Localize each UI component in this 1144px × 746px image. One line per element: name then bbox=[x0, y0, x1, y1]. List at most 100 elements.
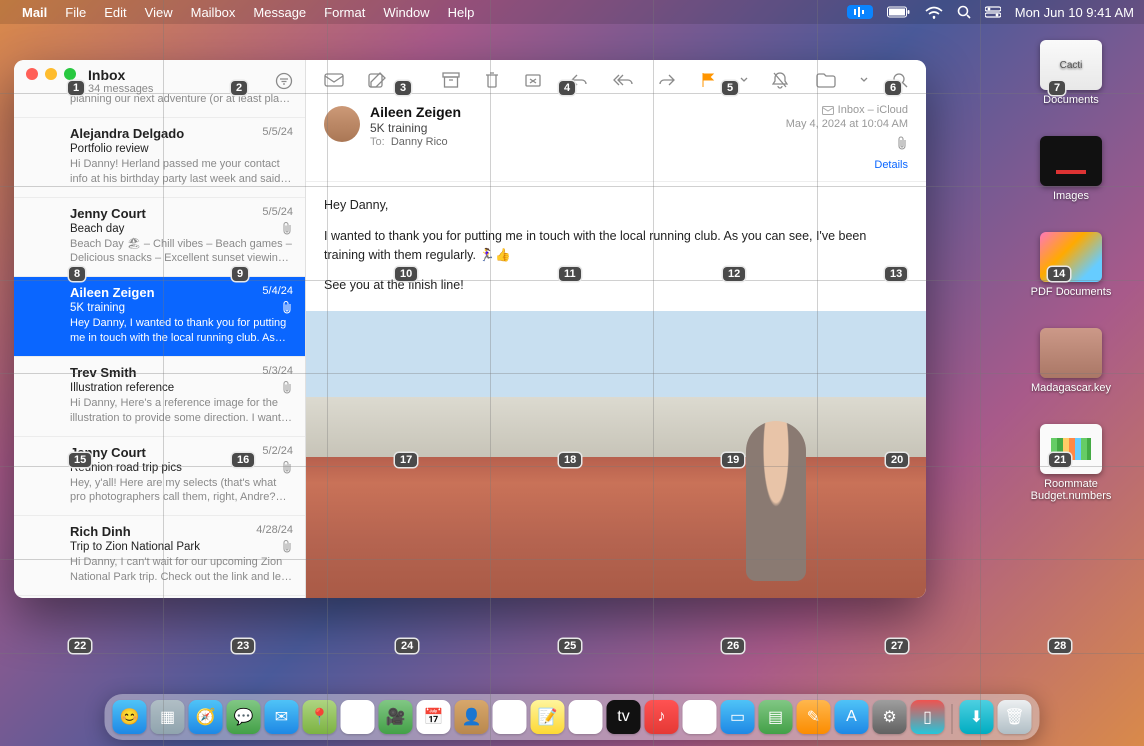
desktop-item[interactable]: PDF Documents bbox=[1031, 232, 1112, 298]
control-center-icon[interactable] bbox=[985, 6, 1001, 18]
dock-trash[interactable]: 🗑 bbox=[998, 700, 1032, 734]
row-date: 5/2/24 bbox=[262, 445, 293, 457]
attachment-icon bbox=[282, 301, 293, 317]
dock-app-maps[interactable]: 📍 bbox=[303, 700, 337, 734]
dock-app-music[interactable]: ♪ bbox=[645, 700, 679, 734]
row-preview: Hi Danny, I can't wait for our upcoming … bbox=[70, 555, 293, 585]
menubar: Mail File Edit View Mailbox Message Form… bbox=[0, 0, 1144, 24]
message-timestamp: May 4, 2024 at 10:04 AM bbox=[786, 118, 908, 130]
message-list[interactable]: planning our next adventure (or at least… bbox=[14, 86, 305, 598]
row-date: 5/5/24 bbox=[262, 206, 293, 218]
message-row[interactable]: Trev SmithIllustration referenceHi Danny… bbox=[14, 357, 305, 437]
new-message-icon[interactable] bbox=[368, 71, 386, 89]
row-date: 4/28/24 bbox=[256, 524, 293, 536]
dock-app-news[interactable]: N bbox=[683, 700, 717, 734]
dock-app-calendar[interactable]: 📅 bbox=[417, 700, 451, 734]
dock-app-pages[interactable]: ✎ bbox=[797, 700, 831, 734]
move-icon[interactable] bbox=[816, 72, 836, 88]
window-controls bbox=[26, 68, 293, 80]
toolbar bbox=[306, 60, 926, 100]
dock-app-settings[interactable]: ⚙︎ bbox=[873, 700, 907, 734]
dock-app-tv[interactable]: tv bbox=[607, 700, 641, 734]
trash-icon[interactable] bbox=[484, 71, 500, 89]
dock: 😊▦🧭💬✉︎📍❁🎥📅👤☰📝✏︎tv♪N▭▤✎A⚙︎▯ ⬇︎🗑 bbox=[105, 694, 1040, 740]
message-row[interactable]: planning our next adventure (or at least… bbox=[14, 86, 305, 118]
grid-cell-26: 26 bbox=[722, 639, 744, 653]
row-date: 5/4/24 bbox=[262, 285, 293, 297]
dock-app-keynote[interactable]: ▭ bbox=[721, 700, 755, 734]
dock-app-facetime[interactable]: 🎥 bbox=[379, 700, 413, 734]
menu-edit[interactable]: Edit bbox=[104, 5, 126, 20]
dock-app-iphone[interactable]: ▯ bbox=[911, 700, 945, 734]
menu-file[interactable]: File bbox=[65, 5, 86, 20]
row-from: Aileen Zeigen bbox=[70, 285, 293, 300]
dock-app-launchpad[interactable]: ▦ bbox=[151, 700, 185, 734]
dock-app-messages[interactable]: 💬 bbox=[227, 700, 261, 734]
dock-separator bbox=[952, 704, 953, 734]
dock-app-appstore[interactable]: A bbox=[835, 700, 869, 734]
spotlight-icon[interactable] bbox=[957, 5, 971, 19]
menu-message[interactable]: Message bbox=[253, 5, 306, 20]
dock-app-freeform[interactable]: ✏︎ bbox=[569, 700, 603, 734]
dock-app-photos[interactable]: ❁ bbox=[341, 700, 375, 734]
row-from: Trev Smith bbox=[70, 365, 293, 380]
dock-app-numbers[interactable]: ▤ bbox=[759, 700, 793, 734]
row-preview: Hey, y'all! Here are my selects (that's … bbox=[70, 476, 293, 506]
battery-icon[interactable] bbox=[887, 6, 911, 18]
menu-window[interactable]: Window bbox=[383, 5, 429, 20]
message-row[interactable]: Aileen Zeigen5K trainingHey Danny, I wan… bbox=[14, 277, 305, 357]
search-icon[interactable] bbox=[892, 72, 908, 88]
desktop-item[interactable]: Roommate Budget.numbers bbox=[1016, 424, 1126, 502]
dock-app-mail[interactable]: ✉︎ bbox=[265, 700, 299, 734]
message-mailbox: Inbox – iCloud bbox=[786, 104, 908, 116]
menu-format[interactable]: Format bbox=[324, 5, 365, 20]
flag-icon[interactable] bbox=[700, 72, 716, 88]
grid-cell-24: 24 bbox=[396, 639, 418, 653]
desktop-item[interactable]: Images bbox=[1040, 136, 1102, 202]
flag-menu-chevron-icon[interactable] bbox=[740, 73, 748, 87]
attachment-icon bbox=[282, 222, 293, 238]
message-header: Aileen Zeigen 5K training To: Danny Rico… bbox=[306, 100, 926, 182]
menubar-clock[interactable]: Mon Jun 10 9:41 AM bbox=[1015, 5, 1134, 20]
menu-view[interactable]: View bbox=[145, 5, 173, 20]
compose-icon[interactable] bbox=[324, 72, 344, 88]
app-menu[interactable]: Mail bbox=[22, 5, 47, 20]
grid-cell-28: 28 bbox=[1049, 639, 1071, 653]
dock-app-reminders[interactable]: ☰ bbox=[493, 700, 527, 734]
forward-icon[interactable] bbox=[658, 73, 676, 87]
archive-icon[interactable] bbox=[442, 72, 460, 88]
reply-icon[interactable] bbox=[570, 73, 588, 87]
dock-app-safari[interactable]: 🧭 bbox=[189, 700, 223, 734]
dock-app-contacts[interactable]: 👤 bbox=[455, 700, 489, 734]
close-window-button[interactable] bbox=[26, 68, 38, 80]
grid-cell-22: 22 bbox=[69, 639, 91, 653]
minimize-window-button[interactable] bbox=[45, 68, 57, 80]
menu-help[interactable]: Help bbox=[448, 5, 475, 20]
dock-app-finder[interactable]: 😊 bbox=[113, 700, 147, 734]
row-subject: Portfolio review bbox=[70, 143, 293, 155]
reply-all-icon[interactable] bbox=[612, 73, 634, 87]
message-row[interactable]: Jenny CourtBeach dayBeach Day 🏖 – Chill … bbox=[14, 198, 305, 278]
grid-cell-25: 25 bbox=[559, 639, 581, 653]
menu-mailbox[interactable]: Mailbox bbox=[191, 5, 236, 20]
zoom-window-button[interactable] bbox=[64, 68, 76, 80]
details-button[interactable]: Details bbox=[786, 159, 908, 171]
message-row[interactable]: Jenny CourtReunion road trip picsHey, y'… bbox=[14, 437, 305, 517]
desktop-item[interactable]: Madagascar.key bbox=[1031, 328, 1111, 394]
message-content-pane: Aileen Zeigen 5K training To: Danny Rico… bbox=[306, 60, 926, 598]
message-attachment-image[interactable] bbox=[306, 311, 926, 598]
desktop-item[interactable]: CactiDocuments bbox=[1040, 40, 1102, 106]
message-row[interactable]: Rich DinhTrip to Zion National ParkHi Da… bbox=[14, 516, 305, 596]
grid-cell-27: 27 bbox=[886, 639, 908, 653]
junk-icon[interactable] bbox=[524, 72, 542, 88]
dock-downloads[interactable]: ⬇︎ bbox=[960, 700, 994, 734]
message-row[interactable]: Alejandra DelgadoPortfolio reviewHi Dann… bbox=[14, 118, 305, 198]
sender-avatar[interactable] bbox=[324, 106, 360, 142]
mute-icon[interactable] bbox=[772, 71, 788, 89]
wifi-icon[interactable] bbox=[925, 6, 943, 19]
move-menu-chevron-icon[interactable] bbox=[860, 73, 868, 87]
row-preview: planning our next adventure (or at least… bbox=[70, 92, 293, 107]
message-row[interactable]: Herland AntezanaResumeI've attached Elto… bbox=[14, 596, 305, 598]
audio-indicator-icon[interactable] bbox=[847, 5, 873, 19]
dock-app-notes[interactable]: 📝 bbox=[531, 700, 565, 734]
